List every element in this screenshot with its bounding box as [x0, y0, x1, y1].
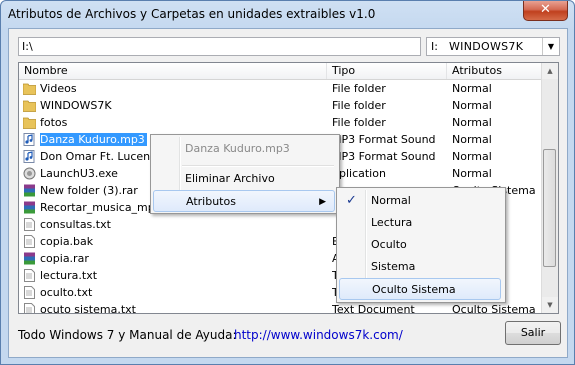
submenu-item-oculto-sistema[interactable]: Oculto Sistema [339, 278, 501, 300]
file-type-cell: File folder [332, 116, 386, 129]
rar-icon [23, 201, 36, 214]
file-attributes-cell: Normal [452, 167, 492, 180]
text-file-icon [23, 269, 36, 282]
submenu-item-lectura[interactable]: Lectura [339, 212, 501, 234]
file-name-cell: lectura.txt [40, 269, 98, 282]
exit-button[interactable]: Salir [505, 321, 561, 345]
dropdown-arrow-icon[interactable]: ▼ [542, 38, 559, 55]
menu-separator [182, 165, 334, 167]
submenu-item-label: Sistema [371, 260, 416, 273]
menu-item-attributes[interactable]: Atributos ▶ [153, 190, 335, 212]
file-attributes-cell: Normal [452, 99, 492, 112]
column-header-attributes[interactable]: Atributos [447, 63, 542, 79]
column-header-name[interactable]: Nombre [19, 63, 327, 79]
folder-icon [22, 99, 37, 112]
vertical-scrollbar[interactable]: ▲ ▼ [541, 63, 558, 313]
checkmark-icon: ✓ [346, 193, 357, 208]
file-type-cell: pplication [332, 167, 386, 180]
drive-letter: I: [431, 40, 438, 53]
file-attributes-cell: Normal [452, 133, 492, 146]
footer-text: Todo Windows 7 y Manual de Ayuda: [18, 328, 237, 342]
text-file-icon [23, 286, 36, 299]
drive-name: WINDOWS7K [449, 40, 524, 53]
menu-item-delete-label: Eliminar Archivo [185, 172, 275, 185]
music-file-icon [23, 150, 36, 163]
title-bar[interactable]: Atributos de Archivos y Carpetas en unid… [1, 1, 574, 28]
menu-item-attributes-label: Atributos [186, 195, 236, 208]
file-name-cell: copia.bak [40, 235, 94, 248]
submenu-item-label: Normal [371, 194, 411, 207]
submenu-item-oculto[interactable]: Oculto [339, 234, 501, 256]
file-type-cell: MP3 Format Sound [332, 150, 436, 163]
file-name-cell: WINDOWS7K [40, 99, 112, 112]
music-file-icon [23, 133, 36, 146]
file-attributes-cell: Normal [452, 116, 492, 129]
menu-file-header-label: Danza Kuduro.mp3 [185, 142, 290, 155]
scroll-up-icon[interactable]: ▲ [542, 63, 558, 79]
text-file-icon [23, 218, 36, 231]
list-item[interactable]: Videos File folder Normal [19, 80, 542, 97]
website-link[interactable]: http://www.windows7k.com/ [234, 328, 403, 342]
file-attributes-cell: Normal [452, 150, 492, 163]
attributes-submenu: ✓ Normal Lectura Oculto Sistema Oculto Sistem… [336, 187, 506, 303]
file-type-cell: File folder [332, 82, 386, 95]
scroll-thumb[interactable] [543, 149, 556, 267]
file-icon [23, 235, 36, 248]
file-name-cell: copia.rar [40, 252, 89, 265]
submenu-item-label: Oculto [371, 238, 407, 251]
file-name-cell: oculto.txt [40, 286, 93, 299]
path-input[interactable]: I:\ [18, 37, 421, 56]
submenu-item-label: Lectura [371, 216, 413, 229]
drive-select[interactable]: I: WINDOWS7K ▼ [426, 37, 560, 56]
folder-icon [22, 116, 37, 129]
list-item[interactable]: fotos File folder Normal [19, 114, 542, 131]
context-menu: Danza Kuduro.mp3 Eliminar Archivo Atribu… [150, 134, 340, 214]
menu-item-delete[interactable]: Eliminar Archivo [153, 168, 335, 190]
menu-file-header: Danza Kuduro.mp3 [153, 138, 335, 160]
file-name-cell: ocuto sistema.txt [40, 303, 136, 314]
rar-icon [23, 252, 36, 265]
file-name-cell: consultas.txt [40, 218, 111, 231]
text-file-icon [23, 303, 36, 313]
window-title: Atributos de Archivos y Carpetas en unid… [8, 7, 376, 21]
close-button[interactable]: ✕ [523, 1, 568, 21]
rar-icon [23, 184, 36, 197]
column-header-type[interactable]: Tipo [327, 63, 447, 79]
submenu-arrow-icon: ▶ [319, 197, 326, 207]
list-item[interactable]: WINDOWS7K File folder Normal [19, 97, 542, 114]
file-name-cell: fotos [40, 116, 68, 129]
submenu-item-label: Oculto Sistema [372, 283, 456, 296]
submenu-item-normal[interactable]: ✓ Normal [339, 190, 501, 212]
submenu-item-sistema[interactable]: Sistema [339, 256, 501, 278]
file-type-cell: File folder [332, 99, 386, 112]
folder-icon [22, 82, 37, 95]
list-header: Nombre Tipo Atributos [19, 63, 542, 80]
file-name-cell: Videos [40, 82, 77, 95]
exe-icon [23, 167, 36, 180]
file-attributes-cell: Normal [452, 82, 492, 95]
file-type-cell: MP3 Format Sound [332, 133, 436, 146]
scroll-down-icon[interactable]: ▼ [542, 297, 558, 313]
